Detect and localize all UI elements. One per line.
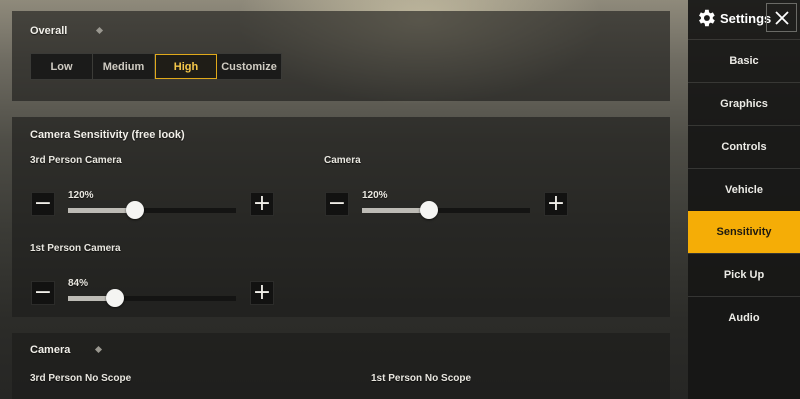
camera-increase-button[interactable]: + [544, 192, 568, 216]
camera-label: Camera [324, 155, 361, 166]
minus-icon: − [327, 191, 347, 216]
third-person-camera-slider[interactable] [68, 201, 236, 219]
camera-slider[interactable] [362, 201, 530, 219]
slider-fill [68, 208, 135, 213]
sidebar-item-vehicle[interactable]: Vehicle [688, 168, 800, 210]
sidebar-item-pick-up[interactable]: Pick Up [688, 253, 800, 295]
sidebar-item-controls[interactable]: Controls [688, 125, 800, 167]
sidebar-item-audio[interactable]: Audio [688, 296, 800, 338]
first-person-camera-slider[interactable] [68, 289, 236, 307]
settings-sidebar: Settings Basic Graphics Controls Vehicle… [688, 0, 800, 399]
plus-icon: + [252, 191, 272, 216]
third-person-camera-value: 120% [68, 190, 94, 201]
camera-sensitivity-panel [12, 117, 670, 317]
section-marker-icon [95, 26, 104, 35]
plus-icon: + [546, 191, 566, 216]
settings-title: Settings [720, 11, 772, 26]
slider-fill [362, 208, 429, 213]
minus-icon: − [33, 280, 53, 305]
sidebar-item-sensitivity[interactable]: Sensitivity [688, 211, 800, 253]
close-icon [774, 10, 789, 25]
minus-icon: − [33, 191, 53, 216]
first-person-camera-label: 1st Person Camera [30, 243, 121, 254]
camera-section-title: Camera [30, 344, 71, 356]
overall-title: Overall [30, 25, 68, 37]
slider-knob[interactable] [106, 289, 124, 307]
first-person-increase-button[interactable]: + [250, 281, 274, 305]
camera-value: 120% [362, 190, 388, 201]
third-person-decrease-button[interactable]: − [31, 192, 55, 216]
camera-decrease-button[interactable]: − [325, 192, 349, 216]
gear-icon [699, 9, 715, 27]
settings-header: Settings [688, 0, 800, 38]
quality-selector: Low Medium High Customize [30, 53, 282, 80]
quality-option-low[interactable]: Low [31, 54, 93, 79]
slider-knob[interactable] [420, 201, 438, 219]
first-person-camera-value: 84% [68, 278, 89, 289]
sidebar-item-graphics[interactable]: Graphics [688, 82, 800, 124]
settings-content: Overall Low Medium High Customize Camera… [0, 0, 688, 399]
quality-option-customize[interactable]: Customize [217, 54, 281, 79]
sidebar-item-basic[interactable]: Basic [688, 39, 800, 81]
plus-icon: + [252, 280, 272, 305]
third-person-camera-label: 3rd Person Camera [30, 155, 122, 166]
slider-knob[interactable] [126, 201, 144, 219]
quality-option-high[interactable]: High [155, 54, 217, 79]
camera-panel [12, 333, 670, 399]
third-person-increase-button[interactable]: + [250, 192, 274, 216]
third-person-no-scope-label: 3rd Person No Scope [30, 373, 132, 384]
first-person-decrease-button[interactable]: − [31, 281, 55, 305]
first-person-no-scope-label: 1st Person No Scope [371, 373, 472, 384]
close-button[interactable] [766, 3, 797, 32]
camera-sensitivity-title: Camera Sensitivity (free look) [30, 129, 185, 141]
quality-option-medium[interactable]: Medium [93, 54, 155, 79]
